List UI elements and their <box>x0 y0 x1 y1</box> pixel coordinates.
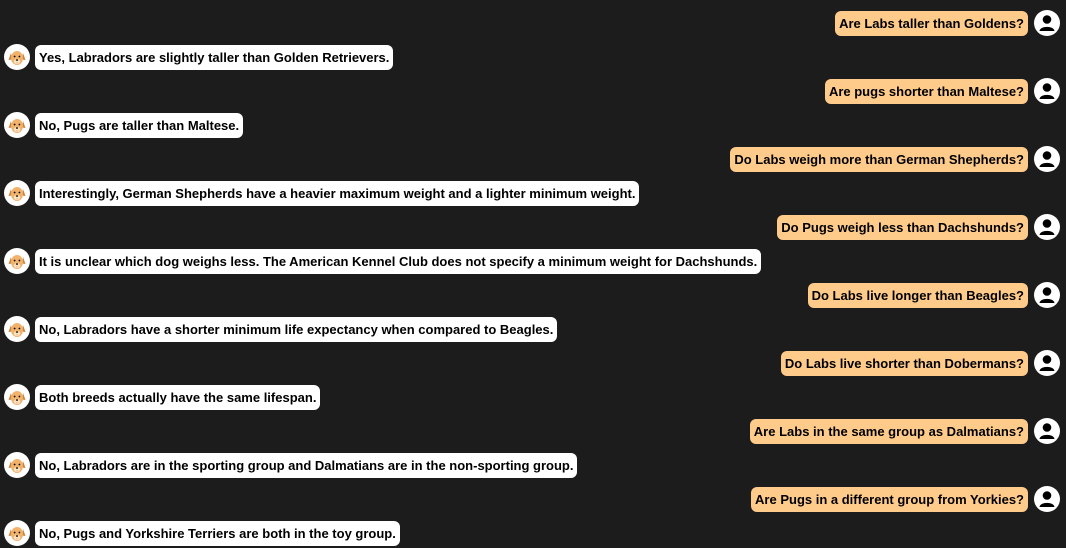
dog-avatar-icon <box>4 248 30 274</box>
message-row-bot: Both breeds actually have the same lifes… <box>0 380 1066 414</box>
message-row-bot: No, Pugs and Yorkshire Terriers are both… <box>0 516 1066 548</box>
user-message: Are pugs shorter than Maltese? <box>824 78 1028 104</box>
message-row-bot: It is unclear which dog weighs less. The… <box>0 244 1066 278</box>
message-row-user: Are pugs shorter than Maltese? <box>0 74 1066 108</box>
user-message: Are Pugs in a different group from Yorki… <box>751 486 1028 512</box>
user-avatar-icon <box>1034 10 1060 36</box>
user-avatar-icon <box>1034 146 1060 172</box>
message-row-user: Do Labs live longer than Beagles? <box>0 278 1066 312</box>
user-avatar-icon <box>1034 418 1060 444</box>
message-row-user: Are Pugs in a different group from Yorki… <box>0 482 1066 516</box>
message-row-user: Are Labs in the same group as Dalmatians… <box>0 414 1066 448</box>
user-avatar-icon <box>1034 78 1060 104</box>
message-row-user: Are Labs taller than Goldens? <box>0 6 1066 40</box>
bot-message: Both breeds actually have the same lifes… <box>35 384 321 410</box>
dog-avatar-icon <box>4 316 30 342</box>
dog-avatar-icon <box>4 112 30 138</box>
dog-avatar-icon <box>4 180 30 206</box>
bot-message: It is unclear which dog weighs less. The… <box>35 248 762 274</box>
dog-avatar-icon <box>4 452 30 478</box>
message-row-user: Do Pugs weigh less than Dachshunds? <box>0 210 1066 244</box>
user-avatar-icon <box>1034 214 1060 240</box>
user-avatar-icon <box>1034 486 1060 512</box>
dog-avatar-icon <box>4 384 30 410</box>
message-row-user: Do Labs weigh more than German Shepherds… <box>0 142 1066 176</box>
message-row-user: Do Labs live shorter than Dobermans? <box>0 346 1066 380</box>
user-message: Do Labs weigh more than German Shepherds… <box>730 146 1028 172</box>
message-row-bot: No, Labradors have a shorter minimum lif… <box>0 312 1066 346</box>
user-avatar-icon <box>1034 282 1060 308</box>
user-message: Do Labs live longer than Beagles? <box>807 282 1028 308</box>
dog-avatar-icon <box>4 44 30 70</box>
bot-message: No, Pugs and Yorkshire Terriers are both… <box>35 520 400 546</box>
bot-message: No, Pugs are taller than Maltese. <box>35 112 244 138</box>
bot-message: Yes, Labradors are slightly taller than … <box>35 44 394 70</box>
dog-avatar-icon <box>4 520 30 546</box>
message-row-bot: No, Labradors are in the sporting group … <box>0 448 1066 482</box>
user-message: Are Labs taller than Goldens? <box>835 10 1028 36</box>
chat-transcript: Are Labs taller than Goldens? Yes, Labra… <box>0 0 1066 548</box>
message-row-bot: No, Pugs are taller than Maltese. <box>0 108 1066 142</box>
user-message: Are Labs in the same group as Dalmatians… <box>749 418 1028 444</box>
user-message: Do Labs live shorter than Dobermans? <box>780 350 1028 376</box>
bot-message: Interestingly, German Shepherds have a h… <box>35 180 640 206</box>
message-row-bot: Interestingly, German Shepherds have a h… <box>0 176 1066 210</box>
bot-message: No, Labradors are in the sporting group … <box>35 452 578 478</box>
user-message: Do Pugs weigh less than Dachshunds? <box>777 214 1028 240</box>
user-avatar-icon <box>1034 350 1060 376</box>
message-row-bot: Yes, Labradors are slightly taller than … <box>0 40 1066 74</box>
bot-message: No, Labradors have a shorter minimum lif… <box>35 316 558 342</box>
